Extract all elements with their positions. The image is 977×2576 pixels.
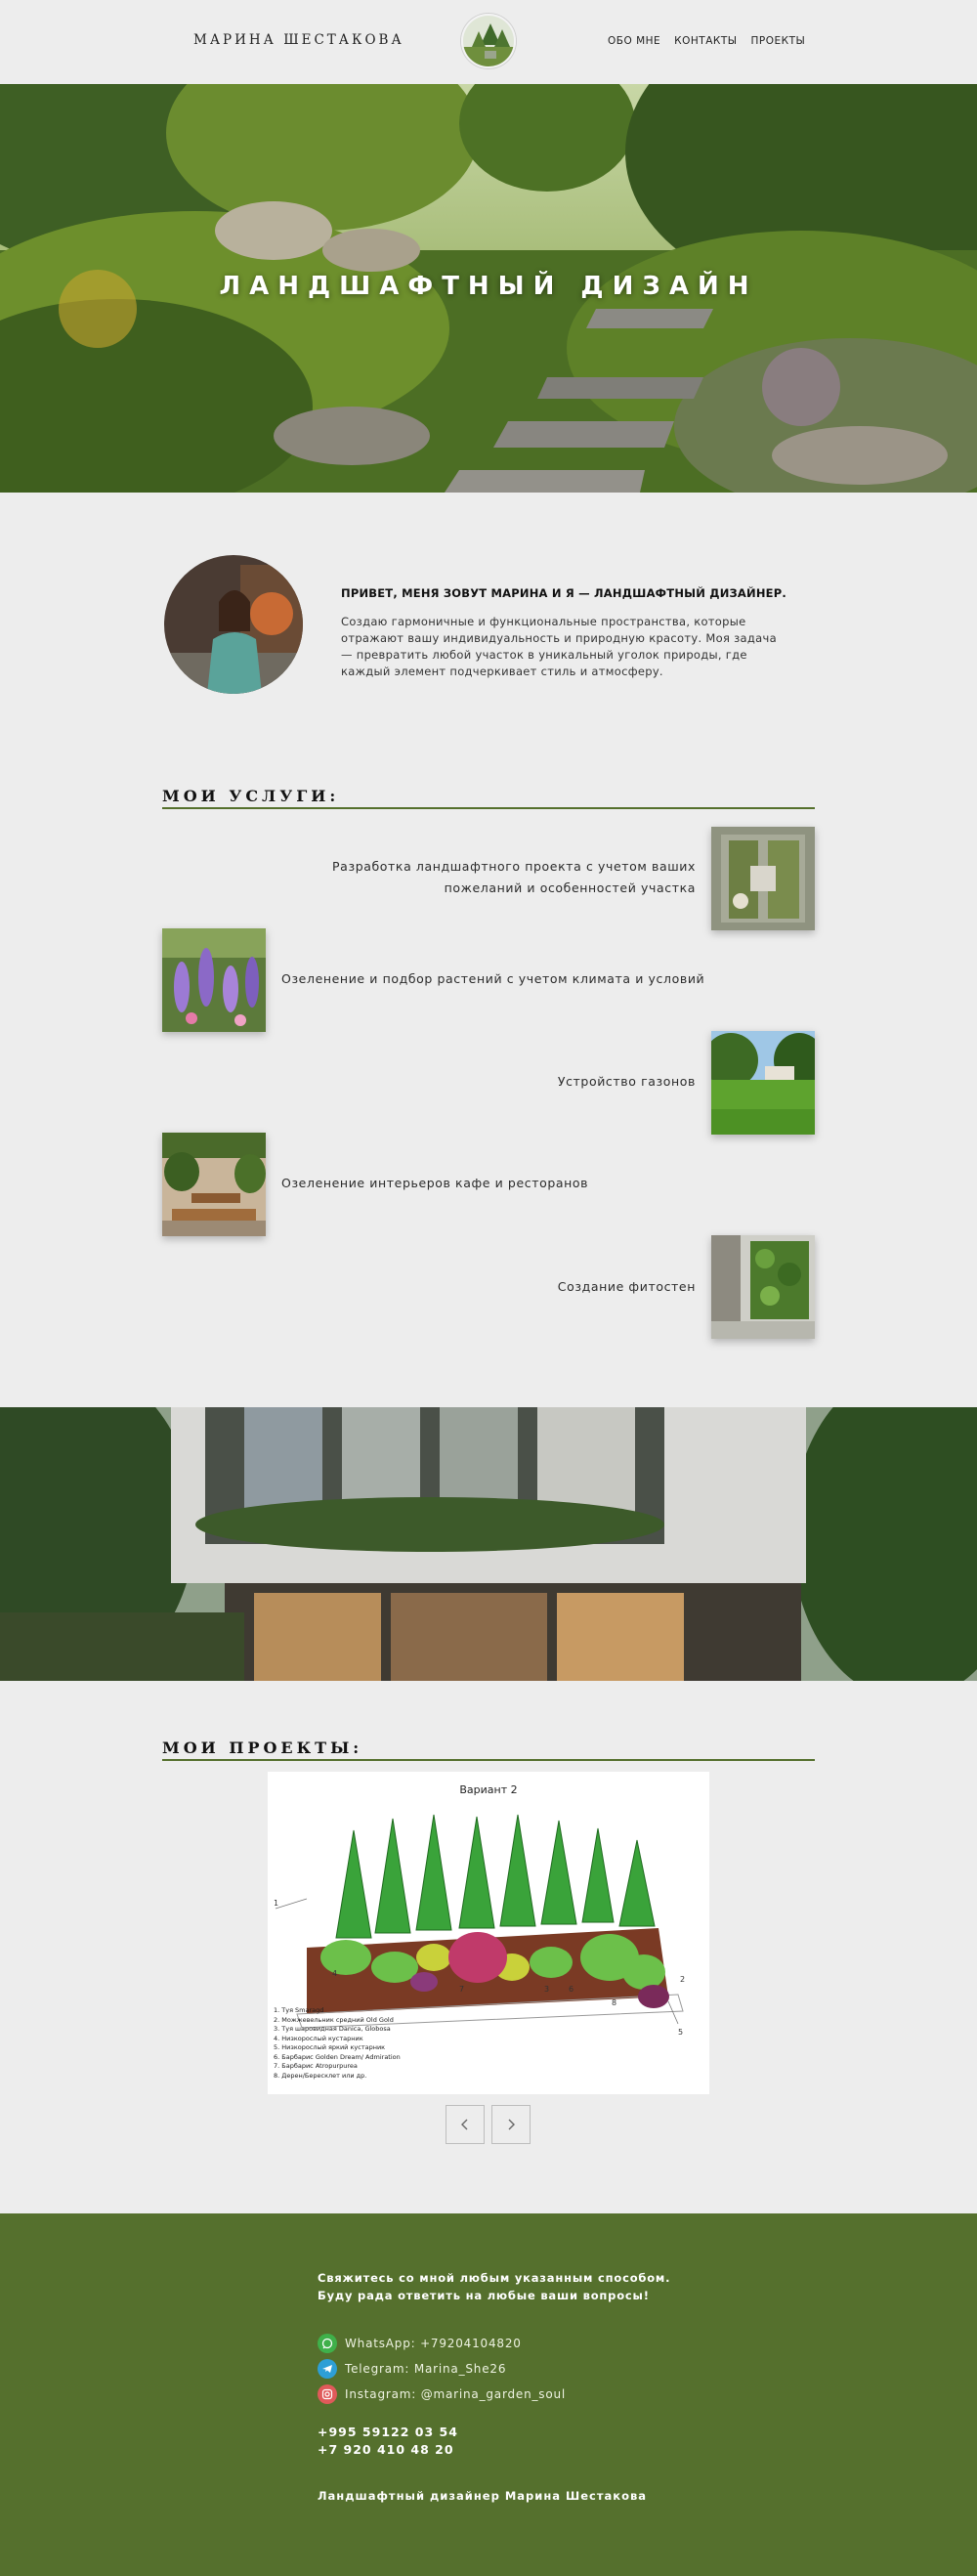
instagram-icon: [318, 2384, 337, 2404]
plan-legend: 1. Туя Smaragd 2. Можжевельник средний O…: [274, 2006, 401, 2080]
service-image-phytowall: [711, 1235, 815, 1339]
telegram-link[interactable]: Telegram: Marina_She26: [318, 2359, 506, 2379]
nav-projects[interactable]: ПРОЕКТЫ: [751, 35, 806, 47]
about-text: Создаю гармоничные и функциональные прос…: [341, 615, 777, 678]
chevron-left-icon: [461, 2119, 468, 2130]
footer-signature: Ландшафтный дизайнер Марина Шестакова: [318, 2489, 648, 2503]
project-slide[interactable]: Вариант 2 1 4 7 3 6 8 2 5 1. Туя Smaragd…: [268, 1772, 709, 2094]
chevron-right-icon: [508, 2119, 515, 2130]
plan-marker-2: 2: [680, 1975, 686, 1984]
service-image-cafe: [162, 1133, 266, 1236]
service-text-3: Устройство газонов: [557, 1074, 696, 1089]
plan-marker-1: 1: [274, 1899, 279, 1908]
telegram-icon: [318, 2359, 337, 2379]
site-footer: Свяжитесь со мной любым указанным способ…: [0, 2213, 977, 2576]
instagram-link[interactable]: Instagram: @marina_garden_soul: [318, 2384, 566, 2404]
about-heading: ПРИВЕТ, МЕНЯ ЗОВУТ МАРИНА И Я — ЛАНДШАФТ…: [341, 586, 786, 600]
service-text-4: Озеленение интерьеров кафе и ресторанов: [281, 1176, 589, 1190]
main-nav: ОБО МНЕ КОНТАКТЫ ПРОЕКТЫ: [608, 35, 805, 47]
profile-photo: [164, 555, 303, 694]
plan-marker-7: 7: [459, 1985, 465, 1994]
prev-slide-button[interactable]: [446, 2105, 485, 2144]
plan-marker-5: 5: [678, 2028, 684, 2037]
service-text-1: Разработка ландшафтного проекта с учетом…: [332, 859, 696, 895]
brand-name[interactable]: МАРИНА ШЕСТАКОВА: [193, 32, 404, 48]
service-text-5: Создание фитостен: [557, 1279, 696, 1294]
whatsapp-icon: [318, 2334, 337, 2353]
house-banner-image: [0, 1407, 977, 1681]
whatsapp-link[interactable]: WhatsApp: +79204104820: [318, 2334, 522, 2353]
plan-marker-6: 6: [569, 1985, 574, 1994]
hero-banner: ЛАНДШАФТНЫЙ ДИЗАЙН: [0, 84, 977, 493]
footer-intro: Свяжитесь со мной любым указанным способ…: [318, 2271, 671, 2302]
service-image-lawn: [711, 1031, 815, 1135]
plan-marker-4: 4: [332, 1969, 338, 1978]
projects-divider: [162, 1759, 815, 1761]
service-text-2: Озеленение и подбор растений с учетом кл…: [281, 971, 705, 986]
next-slide-button[interactable]: [491, 2105, 531, 2144]
services-divider: [162, 807, 815, 809]
nav-about[interactable]: ОБО МНЕ: [608, 35, 660, 47]
service-image-project: [711, 827, 815, 930]
hero-title: ЛАНДШАФТНЫЙ ДИЗАЙН: [219, 272, 758, 301]
plan-marker-3: 3: [544, 1985, 550, 1994]
plan-marker-8: 8: [612, 1998, 617, 2007]
site-header: МАРИНА ШЕСТАКОВА ОБО МНЕ КОНТАКТЫ ПРОЕКТ…: [0, 0, 977, 84]
projects-title: МОИ ПРОЕКТЫ:: [162, 1739, 363, 1757]
nav-contacts[interactable]: КОНТАКТЫ: [674, 35, 737, 47]
service-image-plants: [162, 928, 266, 1032]
services-title: МОИ УСЛУГИ:: [162, 787, 340, 805]
phone-georgia[interactable]: +995 59122 03 54: [318, 2425, 458, 2439]
phone-russia[interactable]: +7 920 410 48 20: [318, 2442, 454, 2457]
logo[interactable]: [461, 14, 516, 68]
